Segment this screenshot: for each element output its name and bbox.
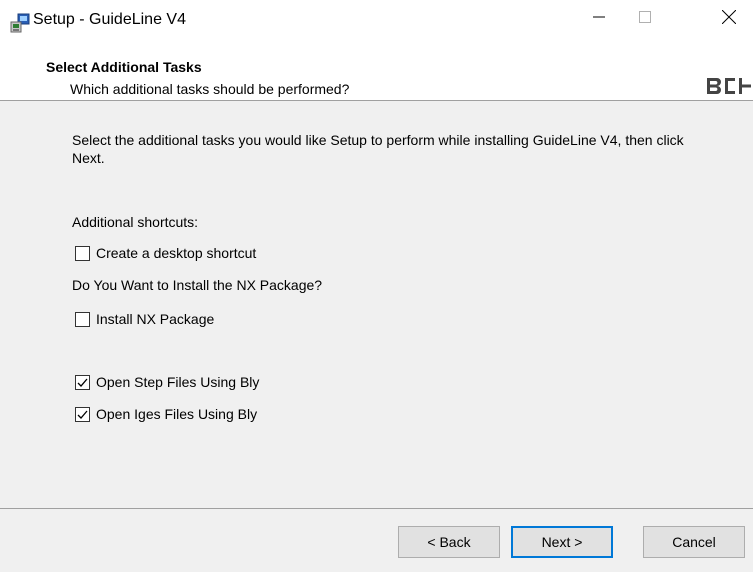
wizard-header: Select Additional Tasks Which additional…: [0, 42, 753, 101]
close-icon: [722, 10, 736, 24]
maximize-icon: [639, 11, 651, 23]
page-title: Select Additional Tasks: [46, 59, 202, 75]
checkbox-label: Install NX Package: [96, 311, 215, 327]
company-logo-icon: [707, 78, 751, 94]
minimize-button[interactable]: [576, 0, 622, 34]
checkmark-icon: [77, 378, 88, 387]
checkbox-box[interactable]: [75, 406, 90, 422]
checkbox-box[interactable]: [75, 374, 90, 390]
page-subtitle: Which additional tasks should be perform…: [70, 81, 350, 97]
description-text: Select the additional tasks you would li…: [72, 132, 684, 166]
checkbox-label: Create a desktop shortcut: [96, 245, 257, 261]
minimize-icon: [593, 16, 605, 18]
back-button[interactable]: < Back: [398, 526, 500, 558]
wizard-footer: < Back Next > Cancel: [0, 509, 753, 572]
install-nx-checkbox[interactable]: Install NX Package: [75, 311, 214, 327]
checkbox-label: Open Step Files Using Bly: [96, 374, 260, 390]
setup-app-icon: [10, 13, 30, 33]
maximize-button[interactable]: [622, 0, 668, 34]
title-bar: Setup - GuideLine V4: [0, 0, 753, 42]
checkbox-box[interactable]: [75, 311, 90, 327]
cancel-button[interactable]: Cancel: [643, 526, 745, 558]
checkmark-icon: [77, 410, 88, 419]
setup-window: Setup - GuideLine V4 Select Additional T…: [0, 0, 753, 572]
checkbox-label: Open Iges Files Using Bly: [96, 406, 258, 422]
checkbox-box[interactable]: [75, 245, 90, 261]
nx-package-question: Do You Want to Install the NX Package?: [72, 277, 323, 293]
next-button[interactable]: Next >: [511, 526, 613, 558]
open-step-files-checkbox[interactable]: Open Step Files Using Bly: [75, 374, 259, 390]
window-title: Setup - GuideLine V4: [33, 11, 186, 28]
desktop-shortcut-checkbox[interactable]: Create a desktop shortcut: [75, 245, 256, 261]
open-iges-files-checkbox[interactable]: Open Iges Files Using Bly: [75, 406, 257, 422]
close-button[interactable]: [706, 0, 752, 34]
wizard-content: Select the additional tasks you would li…: [0, 101, 753, 508]
shortcuts-label: Additional shortcuts:: [72, 214, 199, 230]
